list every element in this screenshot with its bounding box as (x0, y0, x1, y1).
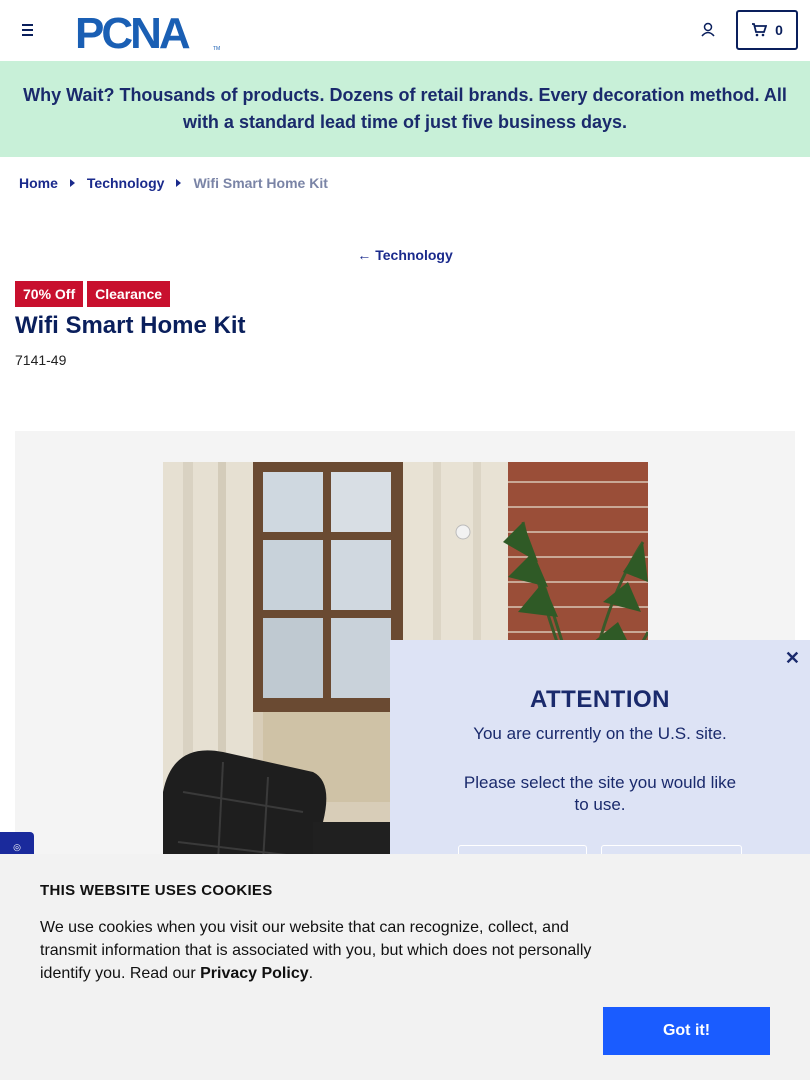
logo-text: PCNA (75, 10, 190, 52)
close-icon[interactable]: ✕ (785, 648, 800, 669)
breadcrumb-current: Wifi Smart Home Kit (193, 175, 328, 191)
region-modal: ✕ ATTENTION You are currently on the U.S… (390, 640, 810, 865)
modal-current-site-text: You are currently on the U.S. site. (473, 724, 727, 743)
modal-select-text: Please select the site you would like to… (463, 773, 737, 814)
discount-badge: 70% Off (15, 281, 84, 307)
clearance-badge: Clearance (87, 281, 171, 307)
cart-button[interactable]: 0 (736, 10, 798, 50)
globe-icon: ◎ (13, 842, 21, 852)
arrow-left-icon: ← (357, 247, 372, 263)
product-sku: 7141-49 (15, 352, 67, 368)
cookie-banner: THIS WEBSITE USES COOKIES We use cookies… (0, 854, 810, 1080)
back-link-label: Technology (375, 247, 453, 263)
breadcrumb: Home Technology Wifi Smart Home Kit (19, 175, 328, 191)
promo-banner: Why Wait? Thousands of products. Dozens … (0, 61, 810, 157)
caret-right-icon (176, 179, 182, 187)
breadcrumb-home[interactable]: Home (19, 175, 58, 191)
cookie-text: We use cookies when you visit our websit… (40, 919, 592, 982)
svg-text:TM: TM (213, 46, 220, 52)
site-header: PCNA TM 0 (0, 0, 810, 61)
cart-icon (752, 23, 768, 37)
cookie-heading: THIS WEBSITE USES COOKIES (40, 882, 273, 899)
caret-right-icon (69, 179, 75, 187)
breadcrumb-technology[interactable]: Technology (87, 175, 165, 191)
hamburger-menu-icon[interactable] (18, 20, 38, 40)
pcna-logo[interactable]: PCNA TM (75, 10, 225, 52)
account-icon[interactable] (698, 20, 718, 40)
cart-count: 0 (775, 22, 783, 38)
back-to-category-link[interactable]: ← Technology (0, 247, 810, 263)
modal-heading: ATTENTION (529, 686, 671, 713)
promo-text: Why Wait? Thousands of products. Dozens … (23, 85, 787, 132)
accept-cookies-button[interactable]: Got it! (603, 1007, 770, 1055)
product-badges: 70% Off Clearance (15, 281, 171, 307)
product-title: Wifi Smart Home Kit (15, 312, 246, 339)
privacy-policy-link[interactable]: Privacy Policy (200, 965, 309, 982)
